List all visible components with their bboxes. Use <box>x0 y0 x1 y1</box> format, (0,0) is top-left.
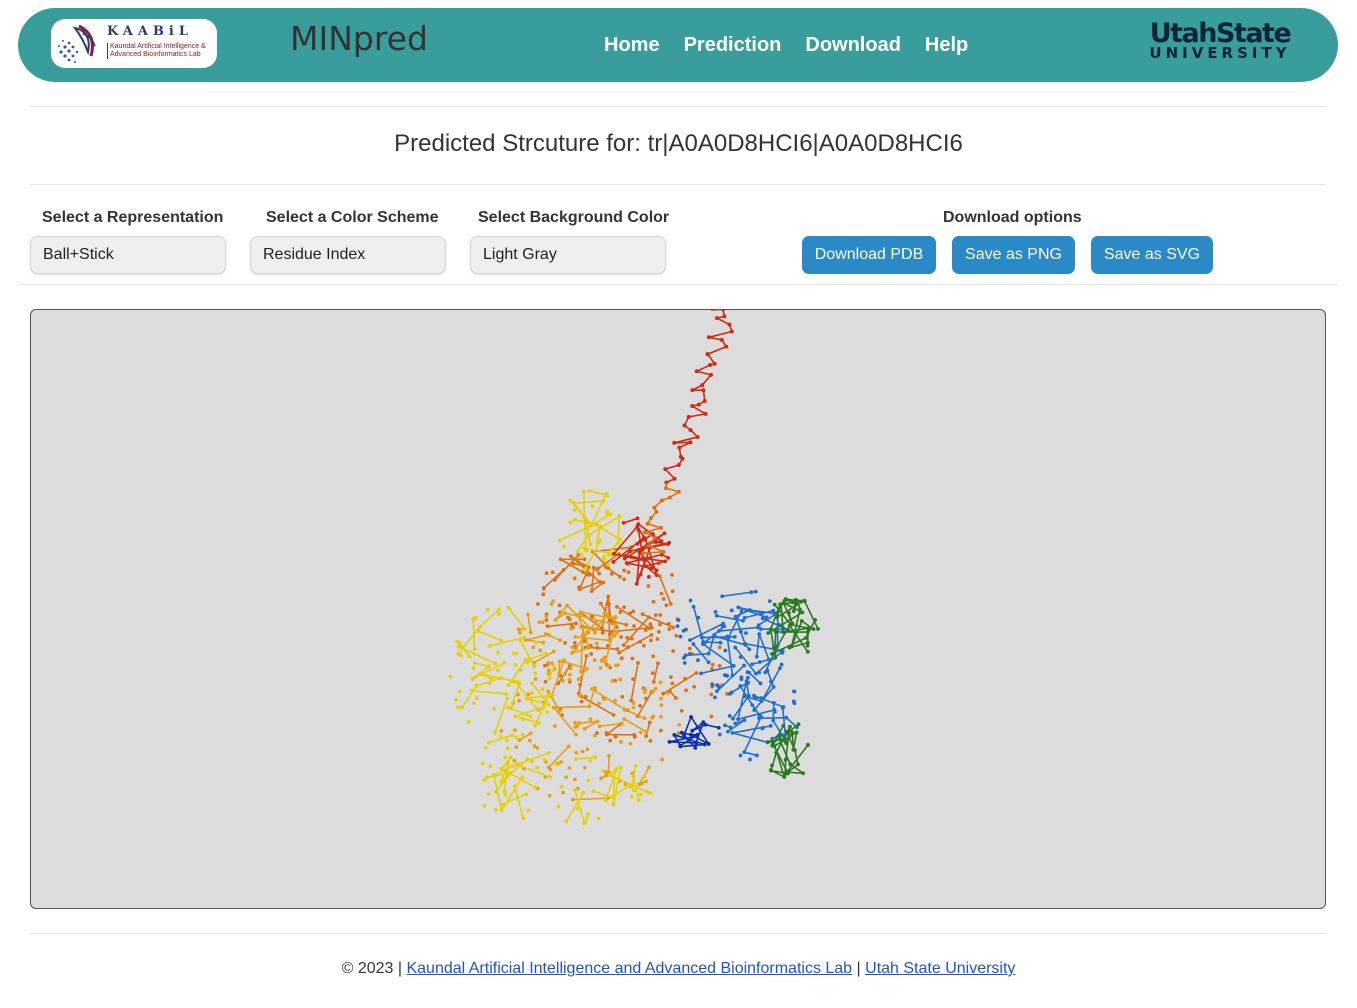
copyright-text: © 2023 | <box>341 960 403 977</box>
nav-prediction[interactable]: Prediction <box>684 34 782 57</box>
protein-structure-render[interactable] <box>31 310 1325 908</box>
top-navbar: KAABiL Kaundal Artificial Intelligence &… <box>18 8 1338 82</box>
usu-logo[interactable]: UtahState UNIVERSITY <box>1140 20 1300 62</box>
divider <box>18 284 1338 285</box>
save-png-button[interactable]: Save as PNG <box>952 236 1075 274</box>
representation-label: Select a Representation <box>42 209 224 226</box>
kaabil-logo[interactable]: KAABiL Kaundal Artificial Intelligence &… <box>51 19 217 68</box>
site-brand[interactable]: MINpred <box>290 19 428 58</box>
page-title: Predicted Strcuture for: tr|A0A0D8HCI6|A… <box>394 130 963 157</box>
representation-select[interactable]: Ball+Stick <box>30 236 226 274</box>
color-scheme-select[interactable]: Residue Index <box>250 236 446 274</box>
footer: © 2023 | Kaundal Artificial Intelligence… <box>0 960 1357 978</box>
background-color-label: Select Background Color <box>478 209 670 226</box>
nav-download[interactable]: Download <box>805 34 901 57</box>
main-nav: Home Prediction Download Help <box>604 34 968 57</box>
footer-separator: | <box>856 960 861 977</box>
download-options-label: Download options <box>943 209 1082 226</box>
divider <box>30 184 1326 185</box>
structure-viewer[interactable] <box>30 309 1326 909</box>
divider <box>30 106 1326 107</box>
footer-lab-link[interactable]: Kaundal Artificial Intelligence and Adva… <box>406 960 852 977</box>
logo-title: KAABiL <box>107 24 194 39</box>
molecule-atoms <box>448 310 820 826</box>
logo-subtitle: Kaundal Artificial Intelligence & Advanc… <box>107 43 217 59</box>
save-svg-button[interactable]: Save as SVG <box>1091 236 1213 274</box>
color-scheme-label: Select a Color Scheme <box>266 209 439 226</box>
nav-home[interactable]: Home <box>604 34 660 57</box>
kaabil-logo-icon <box>58 24 96 63</box>
usu-logo-line2: UNIVERSITY <box>1149 44 1291 62</box>
download-pdb-button[interactable]: Download PDB <box>802 236 936 274</box>
nav-help[interactable]: Help <box>925 34 968 57</box>
background-color-select[interactable]: Light Gray <box>470 236 666 274</box>
divider <box>30 933 1326 934</box>
footer-usu-link[interactable]: Utah State University <box>865 960 1015 977</box>
